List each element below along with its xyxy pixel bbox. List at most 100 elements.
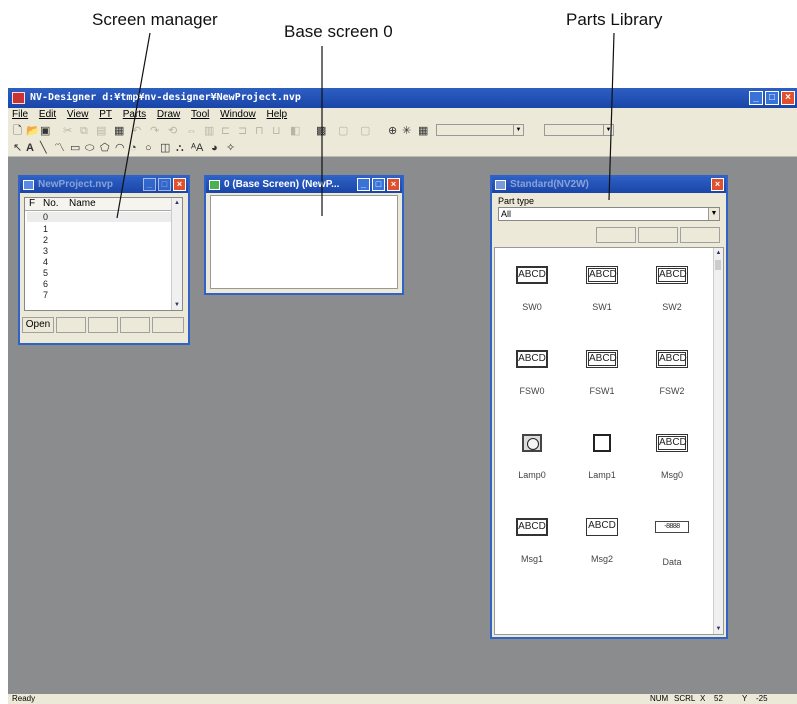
screen-row[interactable]: 7 [43,290,48,300]
image-icon[interactable]: ◫ [160,142,170,154]
part-item[interactable]: ABCD SW0 [497,266,567,312]
cut-icon[interactable]: ✂ [63,125,72,137]
screen-row[interactable]: 2 [43,235,48,245]
maximize-button[interactable]: □ [765,91,779,105]
menu-edit[interactable]: Edit [39,109,56,120]
menu-window[interactable]: Window [220,109,256,120]
fill-icon[interactable]: ⛬ [176,142,184,154]
redo-icon[interactable]: ↷ [150,125,159,137]
menu-help[interactable]: Help [267,109,288,120]
group-icon[interactable]: ▥ [204,125,214,137]
menu-parts[interactable]: Parts [123,109,146,120]
base-screen-close-button[interactable]: × [387,178,400,191]
grid-icon[interactable]: ▩ [316,125,326,137]
col-name[interactable]: Name [69,198,96,209]
minimize-button[interactable]: _ [749,91,763,105]
screen-manager-minimize-button[interactable]: _ [143,178,156,191]
polygon-icon[interactable]: ⬠ [100,142,110,154]
polyline-icon[interactable]: 〽 [54,142,65,154]
base-screen-titlebar[interactable]: 0 (Base Screen) (NewP... _ □ × [206,177,402,193]
app-titlebar[interactable]: NV-Designer d:¥tmp¥nv-designer¥NewProjec… [8,88,797,108]
ellipse-icon[interactable]: ⬭ [85,142,94,154]
part-item[interactable]: ABCD FSW2 [637,350,707,396]
menu-draw[interactable]: Draw [157,109,180,120]
scroll-up-icon[interactable]: ▲ [172,198,182,208]
library-button-2[interactable] [638,227,678,243]
base-screen-minimize-button[interactable]: _ [357,178,370,191]
menu-file[interactable]: File [12,109,28,120]
zoom-combo[interactable]: ▼ [544,124,614,136]
open-button[interactable]: Open [22,317,54,333]
properties-button[interactable] [152,317,184,333]
layer-icon[interactable]: ▢ [360,125,370,137]
circle-icon[interactable]: ○ [145,142,152,154]
transfer-icon[interactable]: ▦ [418,125,428,137]
copy-icon[interactable]: ⧉ [80,125,88,137]
parts-scrollbar[interactable]: ▲ ▼ [713,248,723,634]
scroll-up-icon[interactable]: ▲ [714,248,723,258]
menu-pt[interactable]: PT [99,109,112,120]
col-no[interactable]: No. [43,198,59,209]
screen-manager-close-button[interactable]: × [173,178,186,191]
parts-library-close-button[interactable]: × [711,178,724,191]
scroll-thumb[interactable] [715,260,721,270]
screen-manager-titlebar[interactable]: NewProject.nvp _ □ × [20,177,188,193]
save-icon[interactable]: ▣ [40,125,50,137]
screen-list-scrollbar[interactable]: ▲ ▼ [171,198,182,310]
menu-view[interactable]: View [67,109,89,120]
screen-manager-maximize-button[interactable]: □ [158,178,171,191]
screen-row[interactable]: 3 [43,246,48,256]
part-item[interactable]: ABCD SW2 [637,266,707,312]
order-icon[interactable]: ◧ [290,125,300,137]
rectangle-icon[interactable]: ▭ [70,142,80,154]
part-item[interactable]: ABCD Msg2 [567,518,637,564]
part-item[interactable]: ABCD Msg1 [497,518,567,564]
align-left-icon[interactable]: ⊏ [221,125,230,137]
part-item[interactable]: Lamp0 [497,434,567,480]
align-top-icon[interactable]: ⊔ [272,125,281,137]
menu-tool[interactable]: Tool [191,109,209,120]
parts-library-titlebar[interactable]: Standard(NV2W) × [492,177,726,193]
screen-row[interactable]: 5 [43,268,48,278]
zoom-icon[interactable]: ✳ [402,125,411,137]
open-icon[interactable]: 📂 [26,125,40,137]
screen-row[interactable]: 0 [27,212,173,222]
part-item[interactable]: -8888 Data [637,521,707,567]
line-icon[interactable]: ╲ [40,142,47,154]
scroll-down-icon[interactable]: ▼ [714,624,723,634]
close-button[interactable]: × [781,91,795,105]
scroll-down-icon[interactable]: ▼ [172,300,182,310]
simulate-icon[interactable]: ⊕ [388,125,397,137]
base-screen-maximize-button[interactable]: □ [372,178,385,191]
part-item[interactable]: ABCD Msg0 [637,434,707,480]
part-item[interactable]: Lamp1 [567,434,637,480]
part-item[interactable]: ABCD FSW0 [497,350,567,396]
flip-icon[interactable]: ⇔ [186,125,197,137]
lamp-icon[interactable]: ◕ [211,142,218,154]
star-icon[interactable]: ✧ [226,142,235,154]
paste-special-icon[interactable]: ▦ [114,125,124,137]
library-button-1[interactable] [596,227,636,243]
part-type-select[interactable]: All ▼ [498,207,720,221]
delete-screen-button[interactable] [120,317,150,333]
text-icon[interactable]: A [26,142,34,154]
part-item[interactable]: ABCD SW1 [567,266,637,312]
paste-icon[interactable]: ▤ [96,125,106,137]
snap-icon[interactable]: ▢ [338,125,348,137]
library-button-3[interactable] [680,227,720,243]
text-size-icon[interactable]: ᴬA [191,142,203,154]
arc-icon[interactable]: ◠ [115,142,125,154]
layer-combo[interactable]: ▼ [436,124,524,136]
add-screen-button[interactable] [56,317,86,333]
part-item[interactable]: ABCD FSW1 [567,350,637,396]
new-icon[interactable]: 🗋 [13,125,22,137]
col-f[interactable]: F [29,198,35,209]
sector-icon[interactable]: ◔ [130,142,137,154]
pointer-icon[interactable]: ↖ [13,142,22,154]
undo-icon[interactable]: ↶ [132,125,141,137]
screen-row[interactable]: 4 [43,257,48,267]
screen-row[interactable]: 1 [43,224,48,234]
base-screen-canvas[interactable] [210,195,398,289]
rotate-icon[interactable]: ⟲ [168,125,177,137]
align-center-icon[interactable]: ⊐ [238,125,247,137]
